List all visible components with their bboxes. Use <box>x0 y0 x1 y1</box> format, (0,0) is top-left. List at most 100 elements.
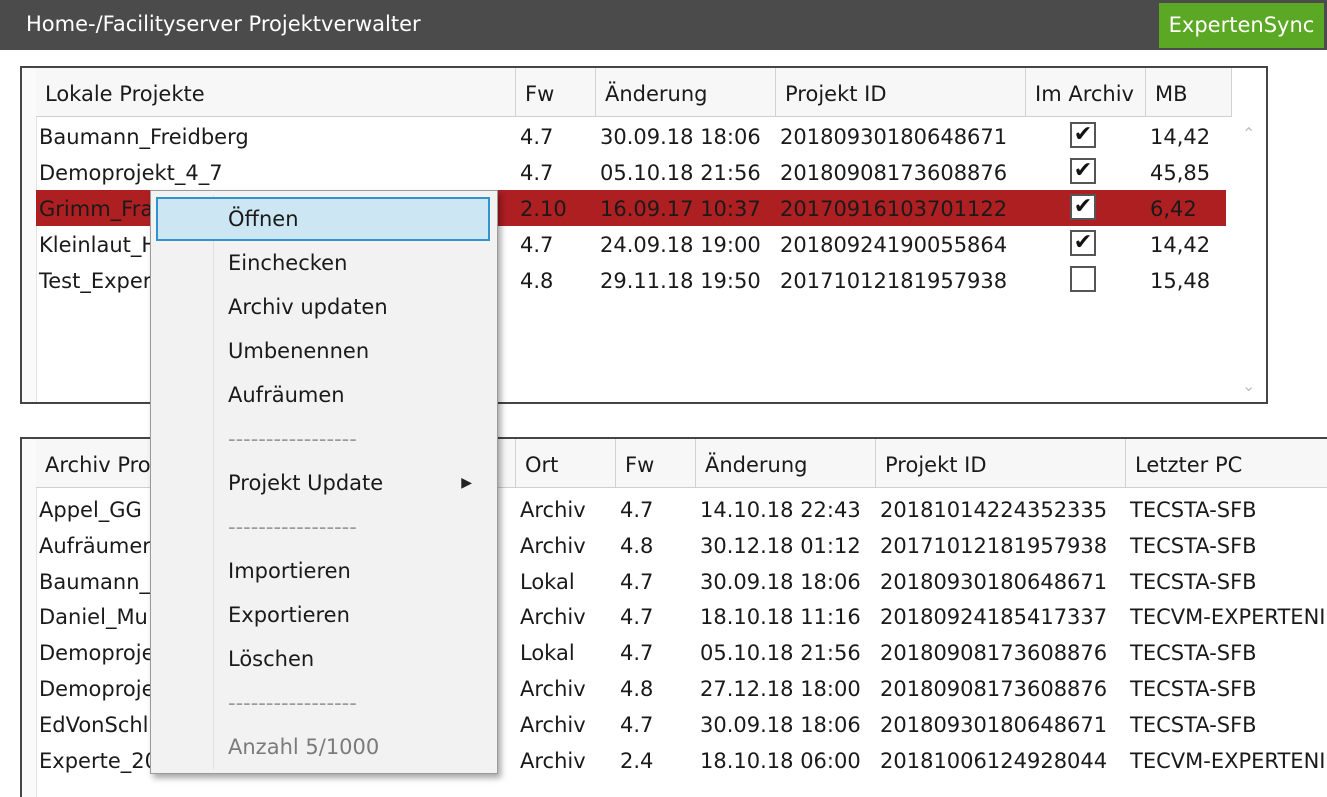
cell-changed: 30.09.18 18:06 <box>700 712 861 737</box>
col-ort[interactable]: Ort <box>516 439 616 487</box>
cell-changed: 18.10.18 11:16 <box>700 605 861 630</box>
menu-item-exportieren[interactable]: Exportieren <box>156 593 490 637</box>
archived-checkbox[interactable]: ✔ <box>1070 230 1096 256</box>
cell-fw: 4.8 <box>620 533 654 558</box>
cell-name: Baumann_ <box>39 569 151 594</box>
menu-item-label: Umbenennen <box>228 339 370 363</box>
cell-last-pc: TECSTA-SFB <box>1130 641 1257 666</box>
cell-project-id: 20171012181957938 <box>780 269 1008 293</box>
archived-checkbox[interactable]: ✔ <box>1070 194 1096 220</box>
table-row[interactable]: Baumann_Freidberg 4.7 30.09.18 18:06 201809… <box>36 118 1226 154</box>
col-projekt-id[interactable]: Projekt ID <box>876 439 1126 487</box>
cell-mb: 6,42 <box>1150 197 1197 221</box>
cell-project-id: 20180924185417337 <box>880 605 1108 630</box>
cell-last-pc: TECSTA-SFB <box>1130 712 1257 737</box>
triangle-right-icon: ▶ <box>461 475 472 491</box>
cell-changed: 24.09.18 19:00 <box>600 233 761 257</box>
title-bar: Home-/Facilityserver Projektverwalter Ex… <box>0 0 1327 50</box>
cell-location: Archiv <box>520 712 586 737</box>
cell-location: Archiv <box>520 533 586 558</box>
cell-name: Baumann_Freidberg <box>39 125 249 149</box>
cell-name: Demoproje <box>39 641 155 666</box>
col-aenderung[interactable]: Änderung <box>596 68 776 116</box>
cell-last-pc: TECVM-EXPERTENI <box>1130 605 1326 630</box>
menu-item-umbenennen[interactable]: Umbenennen <box>156 329 490 373</box>
cell-changed: 05.10.18 21:56 <box>700 641 861 666</box>
cell-fw: 4.7 <box>620 712 654 737</box>
col-lokale-projekte[interactable]: Lokale Projekte <box>36 68 516 116</box>
cell-project-id: 20181006124928044 <box>880 748 1108 773</box>
cell-name: Demoproje <box>39 677 155 701</box>
cell-name: Demoprojekt_4_7 <box>39 161 223 185</box>
cell-project-id: 20180908173608876 <box>880 641 1108 666</box>
cell-name: Experte_20 <box>39 748 158 773</box>
row-header-gutter <box>22 68 37 402</box>
table-row[interactable]: Demoprojekt_4_7 4.7 05.10.18 21:56 20180908… <box>36 154 1226 190</box>
menu-item-archiv-updaten[interactable]: Archiv updaten <box>156 285 490 329</box>
cell-changed: 30.09.18 18:06 <box>600 125 761 149</box>
menu-separator: ----------------- <box>156 505 490 549</box>
col-fw[interactable]: Fw <box>516 68 596 116</box>
menu-item-label: ----------------- <box>228 427 357 451</box>
chevron-up-icon[interactable]: ⌃ <box>1242 124 1255 143</box>
expertensync-button[interactable]: ExpertenSync <box>1159 3 1324 48</box>
cell-fw: 4.7 <box>620 569 654 594</box>
menu-item-label: Aufräumen <box>228 383 345 407</box>
col-letzter-pc[interactable]: Letzter PC <box>1126 439 1327 487</box>
col-mb[interactable]: MB <box>1146 68 1232 116</box>
archived-checkbox[interactable] <box>1070 266 1096 292</box>
archived-checkbox[interactable]: ✔ <box>1070 122 1096 148</box>
col-aenderung[interactable]: Änderung <box>696 439 876 487</box>
chevron-down-icon[interactable]: ⌄ <box>1242 376 1255 395</box>
menu-item-importieren[interactable]: Importieren <box>156 549 490 593</box>
cell-fw: 4.8 <box>520 269 554 293</box>
cell-project-id: 20180930180648671 <box>880 569 1108 594</box>
cell-project-id: 20180924190055864 <box>780 233 1008 257</box>
cell-project-id: 20180930180648671 <box>780 125 1008 149</box>
menu-item-aufräumen[interactable]: Aufräumen <box>156 373 490 417</box>
menu-item-label: Exportieren <box>228 603 350 627</box>
cell-location: Lokal <box>520 641 575 666</box>
cell-fw: 4.8 <box>620 677 654 701</box>
cell-mb: 14,42 <box>1150 125 1211 149</box>
cell-fw: 4.7 <box>520 233 554 257</box>
cell-mb: 45,85 <box>1150 161 1211 185</box>
cell-changed: 18.10.18 06:00 <box>700 748 861 773</box>
cell-last-pc: TECSTA-SFB <box>1130 569 1257 594</box>
menu-item-projekt-update[interactable]: Projekt Update ▶ <box>156 461 490 505</box>
cell-changed: 30.09.18 18:06 <box>700 569 861 594</box>
cell-project-id: 20180908173608876 <box>880 677 1108 701</box>
cell-last-pc: TECVM-EXPERTENI <box>1130 748 1326 773</box>
menu-item-öffnen[interactable]: Öffnen <box>156 197 490 241</box>
menu-item-einchecken[interactable]: Einchecken <box>156 241 490 285</box>
cell-fw: 4.7 <box>520 161 554 185</box>
cell-location: Archiv <box>520 748 586 773</box>
cell-name: Kleinlaut_H <box>39 233 158 257</box>
menu-item-label: ----------------- <box>228 691 357 715</box>
menu-separator: ----------------- <box>156 681 490 725</box>
window-title: Home-/Facilityserver Projektverwalter <box>26 12 421 36</box>
col-im-archiv[interactable]: Im Archiv <box>1026 68 1146 116</box>
row-header-gutter <box>22 439 37 797</box>
cell-last-pc: TECSTA-SFB <box>1130 677 1257 701</box>
cell-name: Test_Exper <box>39 269 152 293</box>
cell-changed: 27.12.18 18:00 <box>700 677 861 701</box>
menu-item-label: ----------------- <box>228 515 357 539</box>
archived-checkbox[interactable]: ✔ <box>1070 158 1096 184</box>
cell-name: Aufräumer <box>39 533 151 558</box>
col-fw[interactable]: Fw <box>616 439 696 487</box>
cell-changed: 14.10.18 22:43 <box>700 498 861 522</box>
local-table-header: Lokale Projekte Fw Änderung Projekt ID I… <box>36 68 1232 117</box>
menu-item-label: Projekt Update <box>228 471 384 495</box>
cell-fw: 2.4 <box>620 748 654 773</box>
menu-item-label: Einchecken <box>228 251 348 275</box>
cell-project-id: 20181014224352335 <box>880 498 1108 522</box>
menu-item-löschen[interactable]: Löschen <box>156 637 490 681</box>
cell-changed: 30.12.18 01:12 <box>700 533 861 558</box>
vertical-scrollbar[interactable]: ⌃ ⌄ <box>1232 68 1266 402</box>
cell-changed: 29.11.18 19:50 <box>600 269 761 293</box>
cell-last-pc: TECSTA-SFB <box>1130 498 1257 522</box>
cell-fw: 4.7 <box>620 641 654 666</box>
col-projekt-id[interactable]: Projekt ID <box>776 68 1026 116</box>
cell-mb: 14,42 <box>1150 233 1211 257</box>
